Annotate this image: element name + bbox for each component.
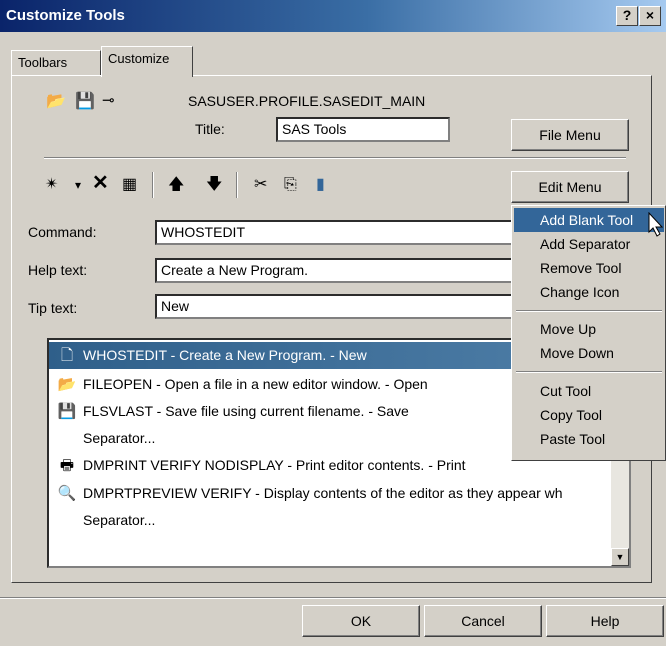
catalog-settings-icon[interactable]: ⊸ [102, 92, 115, 110]
menu-item-remove-tool[interactable]: Remove Tool [514, 256, 664, 280]
menu-item-cut-tool[interactable]: Cut Tool [514, 379, 664, 403]
print-preview-icon: 🔍 [57, 485, 77, 502]
menu-item-change-icon[interactable]: Change Icon [514, 280, 664, 304]
menu-item-copy-tool[interactable]: Copy Tool [514, 403, 664, 427]
command-label: Command: [28, 224, 97, 240]
cut-icon[interactable]: ✂ [254, 176, 267, 194]
catalog-name: SASUSER.PROFILE.SASEDIT_MAIN [188, 93, 426, 109]
tab-toolbars[interactable]: Toolbars [11, 50, 101, 76]
change-icon-icon[interactable]: ▦ [122, 176, 137, 194]
close-button[interactable]: × [639, 6, 661, 26]
save-disk-icon: 💾 [57, 403, 77, 420]
dropdown-arrow-icon[interactable]: ▾ [75, 176, 81, 194]
mouse-cursor-icon [648, 212, 664, 237]
help-button[interactable]: Help [546, 605, 664, 637]
toolbar-separator [152, 172, 154, 198]
scroll-down-icon[interactable]: ▼ [611, 548, 629, 566]
move-down-icon[interactable]: 🡇 [206, 176, 222, 194]
title-bar: Customize Tools ? × [0, 0, 666, 32]
open-folder-icon[interactable]: 📂 [46, 93, 66, 111]
cancel-button[interactable]: Cancel [424, 605, 542, 637]
add-tool-icon[interactable]: ✴ [45, 176, 58, 194]
edit-menu-button[interactable]: Edit Menu [511, 171, 629, 203]
open-folder-icon: 📂 [57, 376, 77, 393]
new-file-icon: 🗋 [60, 347, 74, 364]
ok-button[interactable]: OK [302, 605, 420, 637]
menu-item-paste-tool[interactable]: Paste Tool [514, 427, 664, 451]
menu-item-move-down[interactable]: Move Down [514, 341, 664, 365]
divider [44, 157, 626, 159]
footer-divider [0, 597, 666, 599]
copy-icon[interactable]: ⎘ [284, 176, 297, 194]
tip-text-label: Tip text: [28, 300, 78, 316]
save-disk-icon[interactable]: 💾 [75, 93, 95, 111]
move-up-icon[interactable]: 🡅 [168, 176, 184, 194]
help-text-input[interactable]: Create a New Program. [155, 258, 525, 283]
title-input[interactable]: SAS Tools [276, 117, 450, 142]
tip-text-input[interactable]: New [155, 294, 525, 319]
menu-item-add-separator[interactable]: Add Separator [514, 232, 664, 256]
menu-item-add-blank-tool[interactable]: Add Blank Tool [514, 208, 664, 232]
title-label: Title: [195, 121, 225, 137]
help-title-button[interactable]: ? [616, 6, 638, 26]
menu-separator [516, 310, 662, 312]
menu-separator [516, 371, 662, 373]
edit-menu-popup: Add Blank Tool Add Separator Remove Tool… [511, 205, 666, 461]
command-input[interactable]: WHOSTEDIT [155, 220, 525, 245]
toolbar-separator-2 [236, 172, 238, 198]
customize-tools-dialog: Customize Tools ? × Toolbars Customize 📂… [0, 0, 666, 646]
tab-customize[interactable]: Customize [101, 46, 193, 77]
menu-item-move-up[interactable]: Move Up [514, 317, 664, 341]
window-title: Customize Tools [6, 7, 125, 24]
paste-icon[interactable]: ▮ [316, 176, 325, 194]
printer-icon: 🖶 [59, 457, 75, 474]
list-item[interactable]: 🔍 DMPRTPREVIEW VERIFY - Display contents… [49, 480, 609, 507]
help-text-label: Help text: [28, 262, 88, 278]
list-item[interactable]: Separator... [49, 507, 609, 534]
delete-icon[interactable]: ✕ [92, 173, 109, 193]
file-menu-button[interactable]: File Menu [511, 119, 629, 151]
